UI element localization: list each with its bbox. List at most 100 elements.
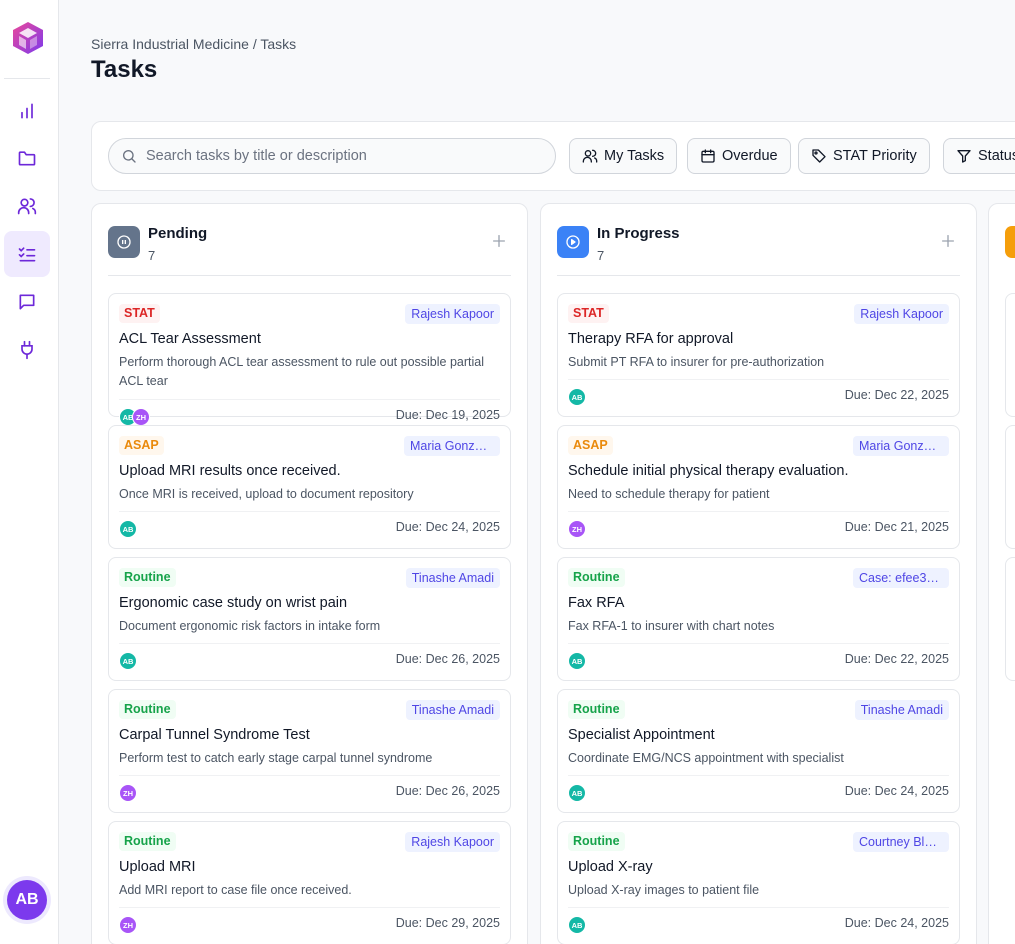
sidebar-item-messages[interactable]	[4, 279, 50, 325]
assignee-badge[interactable]: Maria Gonzal...	[404, 436, 500, 456]
column-pending: Pending 7 STAT Rajesh Kapoor ACL Tear As…	[91, 203, 528, 944]
overdue-filter-button[interactable]: Overdue	[687, 138, 791, 174]
sidebar-item-integrations[interactable]	[4, 327, 50, 373]
task-card[interactable]: STAT Rajesh Kapoor ACL Tear Assessment P…	[108, 293, 511, 426]
task-card[interactable]	[1005, 425, 1015, 549]
task-card[interactable]	[1005, 557, 1015, 681]
due-date: Due: Dec 21, 2025	[844, 520, 949, 534]
assignee-badge[interactable]: Rajesh Kapoor	[405, 304, 500, 324]
task-description: Perform thorough ACL tear assessment to …	[119, 355, 485, 388]
due-date: Due: Dec 29, 2025	[395, 916, 500, 930]
sidebar-item-analytics[interactable]	[4, 88, 50, 134]
filter-toolbar: My Tasks Overdue STAT Priority Status	[91, 121, 1015, 191]
due-date: Due: Dec 22, 2025	[844, 652, 949, 666]
assignee-badge[interactable]: Rajesh Kapoor	[405, 832, 500, 852]
breadcrumb: Sierra Industrial Medicine / Tasks	[91, 36, 297, 52]
task-title: Therapy RFA for approval	[568, 331, 734, 347]
assignee-badge[interactable]: Maria Gonzal...	[853, 436, 949, 456]
task-title: Schedule initial physical therapy evalua…	[568, 463, 849, 479]
app-logo-icon[interactable]	[10, 20, 46, 56]
assignee-avatars: ZH	[119, 784, 137, 802]
plus-icon[interactable]	[491, 233, 507, 249]
card-footer: AB Due: Dec 24, 2025	[568, 775, 949, 802]
column-count: 7	[148, 248, 156, 263]
avatar: ZH	[132, 408, 150, 426]
due-date: Due: Dec 24, 2025	[395, 520, 500, 534]
column-header: Pending 7	[108, 225, 511, 276]
status-icon	[1005, 226, 1015, 258]
task-list-icon	[18, 247, 36, 262]
sidebar-item-tasks[interactable]	[4, 231, 50, 277]
status-filter-button[interactable]: Status	[943, 138, 1015, 174]
assignee-badge[interactable]: Tinashe Amadi	[405, 568, 500, 588]
priority-badge: STAT	[119, 304, 160, 323]
assignee-badge[interactable]: Tinashe Amadi	[854, 700, 949, 720]
search-icon	[123, 150, 136, 163]
sidebar-item-patients[interactable]	[4, 183, 50, 229]
column-title: In Progress	[597, 225, 680, 242]
due-date: Due: Dec 26, 2025	[395, 784, 500, 798]
assignee-avatars: AB	[568, 916, 586, 934]
task-card[interactable]: ASAP Maria Gonzal... Upload MRI results …	[108, 425, 511, 549]
my-tasks-filter-button[interactable]: My Tasks	[569, 138, 678, 174]
task-title: Carpal Tunnel Syndrome Test	[119, 727, 310, 743]
card-footer: AB ZH Due: Dec 19, 2025	[119, 399, 500, 426]
column-in-progress: In Progress 7 STAT Rajesh Kapoor Therapy…	[540, 203, 977, 944]
card-footer: AB Due: Dec 22, 2025	[568, 643, 949, 670]
play-circle-icon	[557, 226, 589, 258]
search-box[interactable]	[108, 138, 556, 174]
task-card[interactable]: Routine Tinashe Amadi Ergonomic case stu…	[108, 557, 511, 681]
task-card[interactable]: ASAP Maria Gonzal... Schedule initial ph…	[557, 425, 960, 549]
sidebar-item-cases[interactable]	[4, 135, 50, 181]
task-card[interactable]: Routine Tinashe Amadi Specialist Appoint…	[557, 689, 960, 813]
avatar: ZH	[119, 916, 137, 934]
task-card[interactable]: Routine Case: efee3a... Fax RFA Fax RFA-…	[557, 557, 960, 681]
task-title: Ergonomic case study on wrist pain	[119, 595, 348, 611]
task-description: Fax RFA-1 to insurer with chart notes	[568, 619, 775, 633]
due-date: Due: Dec 24, 2025	[844, 784, 949, 798]
stat-priority-filter-button[interactable]: STAT Priority	[798, 138, 930, 174]
due-date: Due: Dec 19, 2025	[395, 408, 500, 422]
task-description: Upload X-ray images to patient file	[568, 883, 760, 897]
plug-icon	[21, 340, 33, 360]
avatar: AB	[119, 652, 137, 670]
task-title: Upload MRI	[119, 859, 196, 875]
assignee-badge[interactable]: Rajesh Kapoor	[854, 304, 949, 324]
task-title: Specialist Appointment	[568, 727, 715, 743]
priority-badge: Routine	[568, 568, 625, 587]
assignee-avatars: AB	[568, 652, 586, 670]
task-description: Need to schedule therapy for patient	[568, 487, 770, 501]
task-card[interactable]	[1005, 293, 1015, 417]
folder-icon	[18, 151, 36, 166]
task-card[interactable]: Routine Rajesh Kapoor Upload MRI Add MRI…	[108, 821, 511, 944]
card-footer: AB Due: Dec 26, 2025	[119, 643, 500, 670]
search-input[interactable]	[146, 148, 526, 164]
avatar: ZH	[119, 784, 137, 802]
task-card[interactable]: STAT Rajesh Kapoor Therapy RFA for appro…	[557, 293, 960, 417]
assignee-badge[interactable]: Tinashe Amadi	[405, 700, 500, 720]
task-card[interactable]: Routine Tinashe Amadi Carpal Tunnel Synd…	[108, 689, 511, 813]
card-list: STAT Rajesh Kapoor ACL Tear Assessment P…	[108, 293, 511, 944]
card-footer: AB Due: Dec 24, 2025	[568, 907, 949, 934]
priority-badge: ASAP	[119, 436, 164, 455]
pause-circle-icon	[108, 226, 140, 258]
filter-icon	[957, 150, 971, 163]
task-title: ACL Tear Assessment	[119, 331, 261, 347]
stat-priority-label: STAT Priority	[833, 148, 917, 164]
due-date: Due: Dec 26, 2025	[395, 652, 500, 666]
card-footer: ZH Due: Dec 21, 2025	[568, 511, 949, 538]
priority-badge: Routine	[568, 832, 625, 851]
column-partial	[988, 203, 1015, 944]
sidebar: AB	[0, 0, 59, 944]
users-icon	[582, 149, 598, 163]
case-badge[interactable]: Case: efee3a...	[853, 568, 949, 588]
priority-badge: Routine	[119, 568, 176, 587]
assignee-avatars: ZH	[568, 520, 586, 538]
avatar: AB	[568, 784, 586, 802]
assignee-badge[interactable]: Courtney Black	[853, 832, 949, 852]
avatar: AB	[568, 652, 586, 670]
plus-icon[interactable]	[940, 233, 956, 249]
priority-badge: Routine	[119, 700, 176, 719]
task-card[interactable]: Routine Courtney Black Upload X-ray Uplo…	[557, 821, 960, 944]
user-avatar[interactable]: AB	[7, 880, 47, 920]
